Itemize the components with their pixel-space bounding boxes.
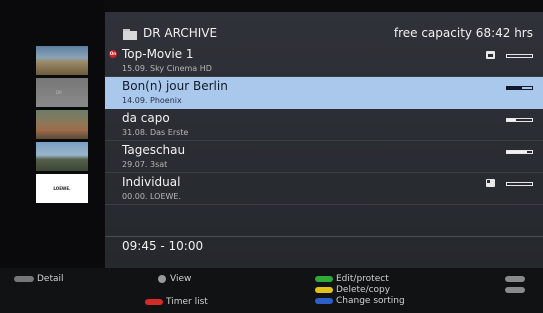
info-key[interactable]	[505, 285, 528, 295]
page-title: DR ARCHIVE	[143, 26, 218, 40]
view-label: View	[170, 274, 192, 284]
recording-row-3[interactable]: Tageschau 29.07. 3sat	[105, 141, 543, 173]
recording-title: Bon(n) jour Berlin	[122, 79, 228, 93]
blank-thumbnail-text: DR	[56, 90, 62, 95]
new-recording-icon: On	[109, 50, 117, 58]
end-key[interactable]	[505, 274, 528, 284]
blank-thumbnail: DR	[36, 78, 88, 107]
recording-meta: 14.09. Phoenix	[122, 96, 182, 105]
progress-bar	[506, 182, 533, 186]
scenic-thumbnail	[36, 46, 88, 75]
timer-list-label: Timer list	[166, 297, 208, 307]
detail-label: Detail	[37, 274, 64, 284]
recording-row-0[interactable]: On Top-Movie 1 15.09. Sky Cinema HD	[105, 45, 543, 77]
ok-icon	[158, 274, 166, 283]
archive-panel: DR ARCHIVE free capacity 68:42 hrs On To…	[105, 12, 543, 268]
recording-row-1[interactable]: Bon(n) jour Berlin 14.09. Phoenix	[105, 77, 543, 109]
edit-protect-label: Edit/protect	[336, 274, 389, 284]
recording-meta: 31.08. Das Erste	[122, 128, 189, 137]
delete-copy-label: Delete/copy	[336, 285, 391, 295]
recording-title: da capo	[122, 111, 170, 125]
footer-key-legend: Detail View Timer list Edit/protect Dele…	[0, 268, 543, 313]
progress-bar	[506, 54, 533, 58]
recording-meta: 00.00. LOEWE.	[122, 192, 182, 201]
progress-fill	[507, 87, 522, 89]
view-key[interactable]: View	[158, 274, 191, 284]
recording-row-4[interactable]: Individual 00.00. LOEWE.	[105, 173, 543, 205]
green-key-icon	[315, 275, 333, 282]
lock-icon	[486, 51, 495, 59]
progress-fill	[507, 119, 516, 121]
free-capacity: free capacity 68:42 hrs	[393, 26, 533, 40]
info-key-icon	[505, 286, 525, 293]
recording-title: Top-Movie 1	[122, 47, 194, 61]
progress-bar	[506, 86, 533, 90]
city-thumbnail	[36, 110, 88, 139]
loewe-logo-text: LOEWE.	[53, 186, 71, 191]
progress-fill	[507, 151, 527, 153]
detail-key[interactable]: Detail	[14, 274, 64, 284]
end-key-icon	[505, 275, 525, 282]
text-key-icon	[14, 275, 34, 282]
divider	[105, 236, 543, 237]
progress-bar	[506, 118, 533, 122]
recording-row-2[interactable]: da capo 31.08. Das Erste	[105, 109, 543, 141]
recording-meta: 29.07. 3sat	[122, 160, 168, 169]
folder-icon	[123, 29, 137, 40]
thumbnail-column: DR LOEWE.	[0, 0, 104, 268]
timer-list-key[interactable]: Timer list	[145, 297, 208, 307]
delete-copy-key[interactable]: Delete/copy	[315, 285, 390, 295]
progress-bar	[506, 150, 533, 154]
timeslot: 09:45 - 10:00	[122, 239, 204, 253]
yellow-key-icon	[315, 286, 333, 293]
recording-meta: 15.09. Sky Cinema HD	[122, 64, 212, 73]
change-sorting-label: Change sorting	[336, 296, 405, 306]
edit-protect-key[interactable]: Edit/protect	[315, 274, 389, 284]
blue-key-icon	[315, 297, 333, 304]
red-key-icon	[145, 298, 163, 305]
protect-icon	[486, 179, 495, 187]
loewe-logo-thumbnail: LOEWE.	[36, 174, 88, 203]
recording-title: Individual	[122, 175, 181, 189]
church-thumbnail	[36, 142, 88, 171]
change-sorting-key[interactable]: Change sorting	[315, 296, 405, 306]
recording-title: Tageschau	[122, 143, 186, 157]
